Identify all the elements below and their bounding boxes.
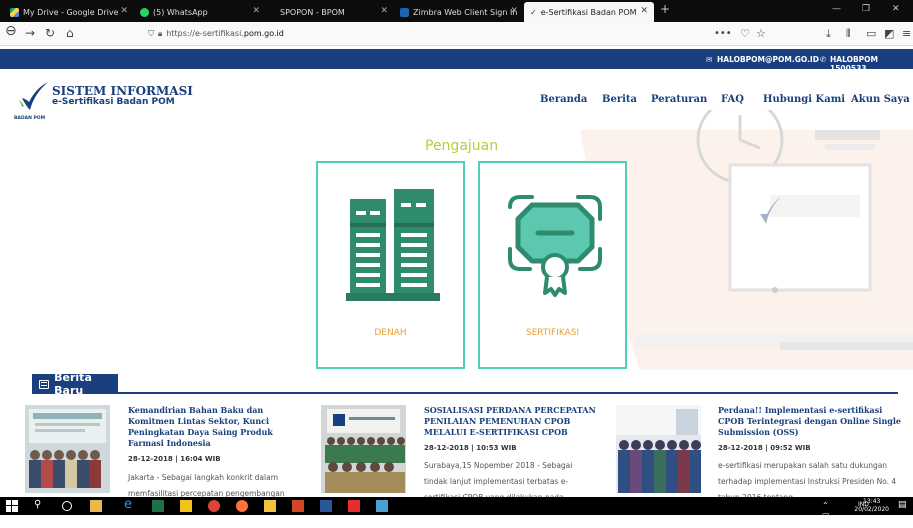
site-subtitle: e-Sertifikasi Badan POM xyxy=(52,97,175,107)
contact-strip: ✉ HALOBPOM@POM.GO.ID ✆ HALOBPOM 1500533 xyxy=(0,49,913,73)
close-window-icon[interactable]: ✕ xyxy=(892,4,900,14)
mail-icon: ✉ xyxy=(706,55,713,64)
sertifikasi-label: SERTIFIKASI xyxy=(525,328,580,338)
nav-beranda[interactable]: Beranda xyxy=(540,94,587,105)
browser-tab-bar: My Drive - Google Drive ✕ (5) WhatsApp ✕ S… xyxy=(0,0,913,22)
word-icon[interactable] xyxy=(320,500,332,512)
news-photo-image xyxy=(616,405,701,493)
nav-hubungi-kami[interactable]: Hubungi Kami xyxy=(763,94,845,105)
nav-faq[interactable]: FAQ xyxy=(721,94,744,105)
site-title: SISTEM INFORMASI e-Sertifikasi Badan POM xyxy=(52,84,193,107)
close-tab-icon[interactable]: ✕ xyxy=(120,6,128,16)
news-section-heading: Berita Baru xyxy=(32,371,118,397)
news-thumbnail[interactable] xyxy=(321,405,406,493)
minimize-icon[interactable]: — xyxy=(832,4,841,14)
cortana-icon[interactable] xyxy=(62,501,72,511)
address-bar[interactable]: ⛉ 🔒︎ https://e-sertifikasi.pom.go.id xyxy=(148,25,284,42)
close-tab-icon[interactable]: ✕ xyxy=(510,6,518,16)
close-tab-icon[interactable]: ✕ xyxy=(640,6,648,16)
news-title-link[interactable]: Perdana!! Implementasi e-sertifikasi CPO… xyxy=(718,405,903,438)
check-icon: ✓ xyxy=(530,7,537,17)
bpom-logo[interactable]: BADAN POM xyxy=(14,80,50,121)
acrobat-icon[interactable] xyxy=(348,500,360,512)
zimbra-icon xyxy=(400,7,409,17)
logo-swoosh-icon xyxy=(19,82,48,110)
forward-icon[interactable]: → xyxy=(25,26,35,40)
bookmark-star-icon[interactable]: ☆ xyxy=(756,27,766,40)
nav-peraturan[interactable]: Peraturan xyxy=(651,94,707,105)
news-date: 28-12-2018 | 09:52 WIB xyxy=(718,444,811,452)
back-icon[interactable]: ⊖ xyxy=(5,23,17,39)
news-date: 28-12-2018 | 10:53 WIB xyxy=(424,444,517,452)
tab-e-sertifikasi[interactable]: ✓ e-Sertifikasi Badan POM ✕ xyxy=(524,2,654,22)
library-icon[interactable]: ⫴ xyxy=(846,27,851,41)
download-icon[interactable]: ⤓ xyxy=(826,27,831,41)
edge-icon[interactable]: e xyxy=(124,497,136,512)
browser-navbar: ⊖ → ↻ ⌂ ⛉ 🔒︎ https://e-sertifikasi.pom.g… xyxy=(0,22,913,46)
news-thumbnail[interactable] xyxy=(616,405,701,493)
tab-spopon[interactable]: SPOPON - BPOM ✕ xyxy=(266,2,394,22)
windows-taskbar: ⚲ e ⌃ ▭ ◁) IND 13:43 20/02/2020 ▤ xyxy=(0,497,913,528)
news-title-link[interactable]: SOSIALISASI PERDANA PERCEPATAN PENILAIAN… xyxy=(424,405,602,438)
news-divider xyxy=(118,392,898,394)
news-photo-image xyxy=(321,405,406,493)
sidebar-icon[interactable]: ▭ xyxy=(866,27,876,40)
whatsapp-icon xyxy=(140,7,149,17)
close-tab-icon[interactable]: ✕ xyxy=(252,6,260,16)
close-tab-icon[interactable]: ✕ xyxy=(380,6,388,16)
url-text: https://e-sertifikasi.pom.go.id xyxy=(166,29,284,38)
contact-email[interactable]: HALOBPOM@POM.GO.ID xyxy=(717,55,819,64)
windows-start-icon[interactable] xyxy=(6,500,18,512)
certificate-icon xyxy=(508,195,602,297)
denah-card[interactable]: DENAH xyxy=(316,161,465,369)
denah-label: DENAH xyxy=(374,328,407,338)
home-icon[interactable]: ⌂ xyxy=(66,26,74,40)
photos-icon[interactable] xyxy=(376,500,388,512)
search-icon[interactable]: ⚲ xyxy=(34,499,46,511)
sticky-notes-icon[interactable] xyxy=(180,500,192,512)
pocket-icon[interactable]: ♡ xyxy=(740,27,750,40)
lock-icon: 🔒︎ xyxy=(158,28,163,38)
more-actions-icon[interactable]: ••• xyxy=(714,28,732,39)
phone-icon: ✆ xyxy=(820,55,827,64)
loading-icon xyxy=(272,8,276,17)
new-tab-icon[interactable]: + xyxy=(660,2,670,16)
nav-akun-saya[interactable]: Akun Saya xyxy=(851,94,910,105)
building-icon xyxy=(346,189,440,301)
maximize-icon[interactable]: ❐ xyxy=(862,4,870,14)
sertifikasi-card[interactable]: SERTIFIKASI xyxy=(478,161,627,369)
reload-icon[interactable]: ↻ xyxy=(45,26,55,40)
taskbar-clock[interactable]: 13:43 20/02/2020 xyxy=(854,498,889,514)
news-photo-image xyxy=(25,405,110,493)
chrome-icon[interactable] xyxy=(208,500,220,512)
newspaper-icon xyxy=(39,379,50,389)
news-date: 28-12-2018 | 16:04 WIB xyxy=(128,455,221,463)
powerpoint-icon[interactable] xyxy=(292,500,304,512)
news-thumbnail[interactable] xyxy=(25,405,110,493)
system-tray-icons[interactable]: ⌃ ▭ ◁) xyxy=(822,501,834,528)
tab-zimbra[interactable]: Zimbra Web Client Sign In ✕ xyxy=(394,2,524,22)
store-icon[interactable] xyxy=(90,500,102,512)
firefox-icon[interactable] xyxy=(236,500,248,512)
pengajuan-heading: Pengajuan xyxy=(425,138,499,154)
extension-icon[interactable]: ◩ xyxy=(884,27,894,40)
file-explorer-icon[interactable] xyxy=(264,500,276,512)
google-drive-icon xyxy=(10,7,19,17)
background-illustration xyxy=(580,110,913,370)
news-title-link[interactable]: Kemandirian Bahan Baku dan Komitmen Lint… xyxy=(128,405,306,449)
excel-icon[interactable] xyxy=(152,500,164,512)
tab-google-drive[interactable]: My Drive - Google Drive ✕ xyxy=(4,2,134,22)
nav-berita[interactable]: Berita xyxy=(602,94,637,105)
shield-icon: ⛉ xyxy=(148,28,154,38)
notification-icon[interactable]: ▤ xyxy=(898,500,910,512)
menu-icon[interactable]: ≡ xyxy=(902,27,911,40)
tab-whatsapp[interactable]: (5) WhatsApp ✕ xyxy=(134,2,266,22)
